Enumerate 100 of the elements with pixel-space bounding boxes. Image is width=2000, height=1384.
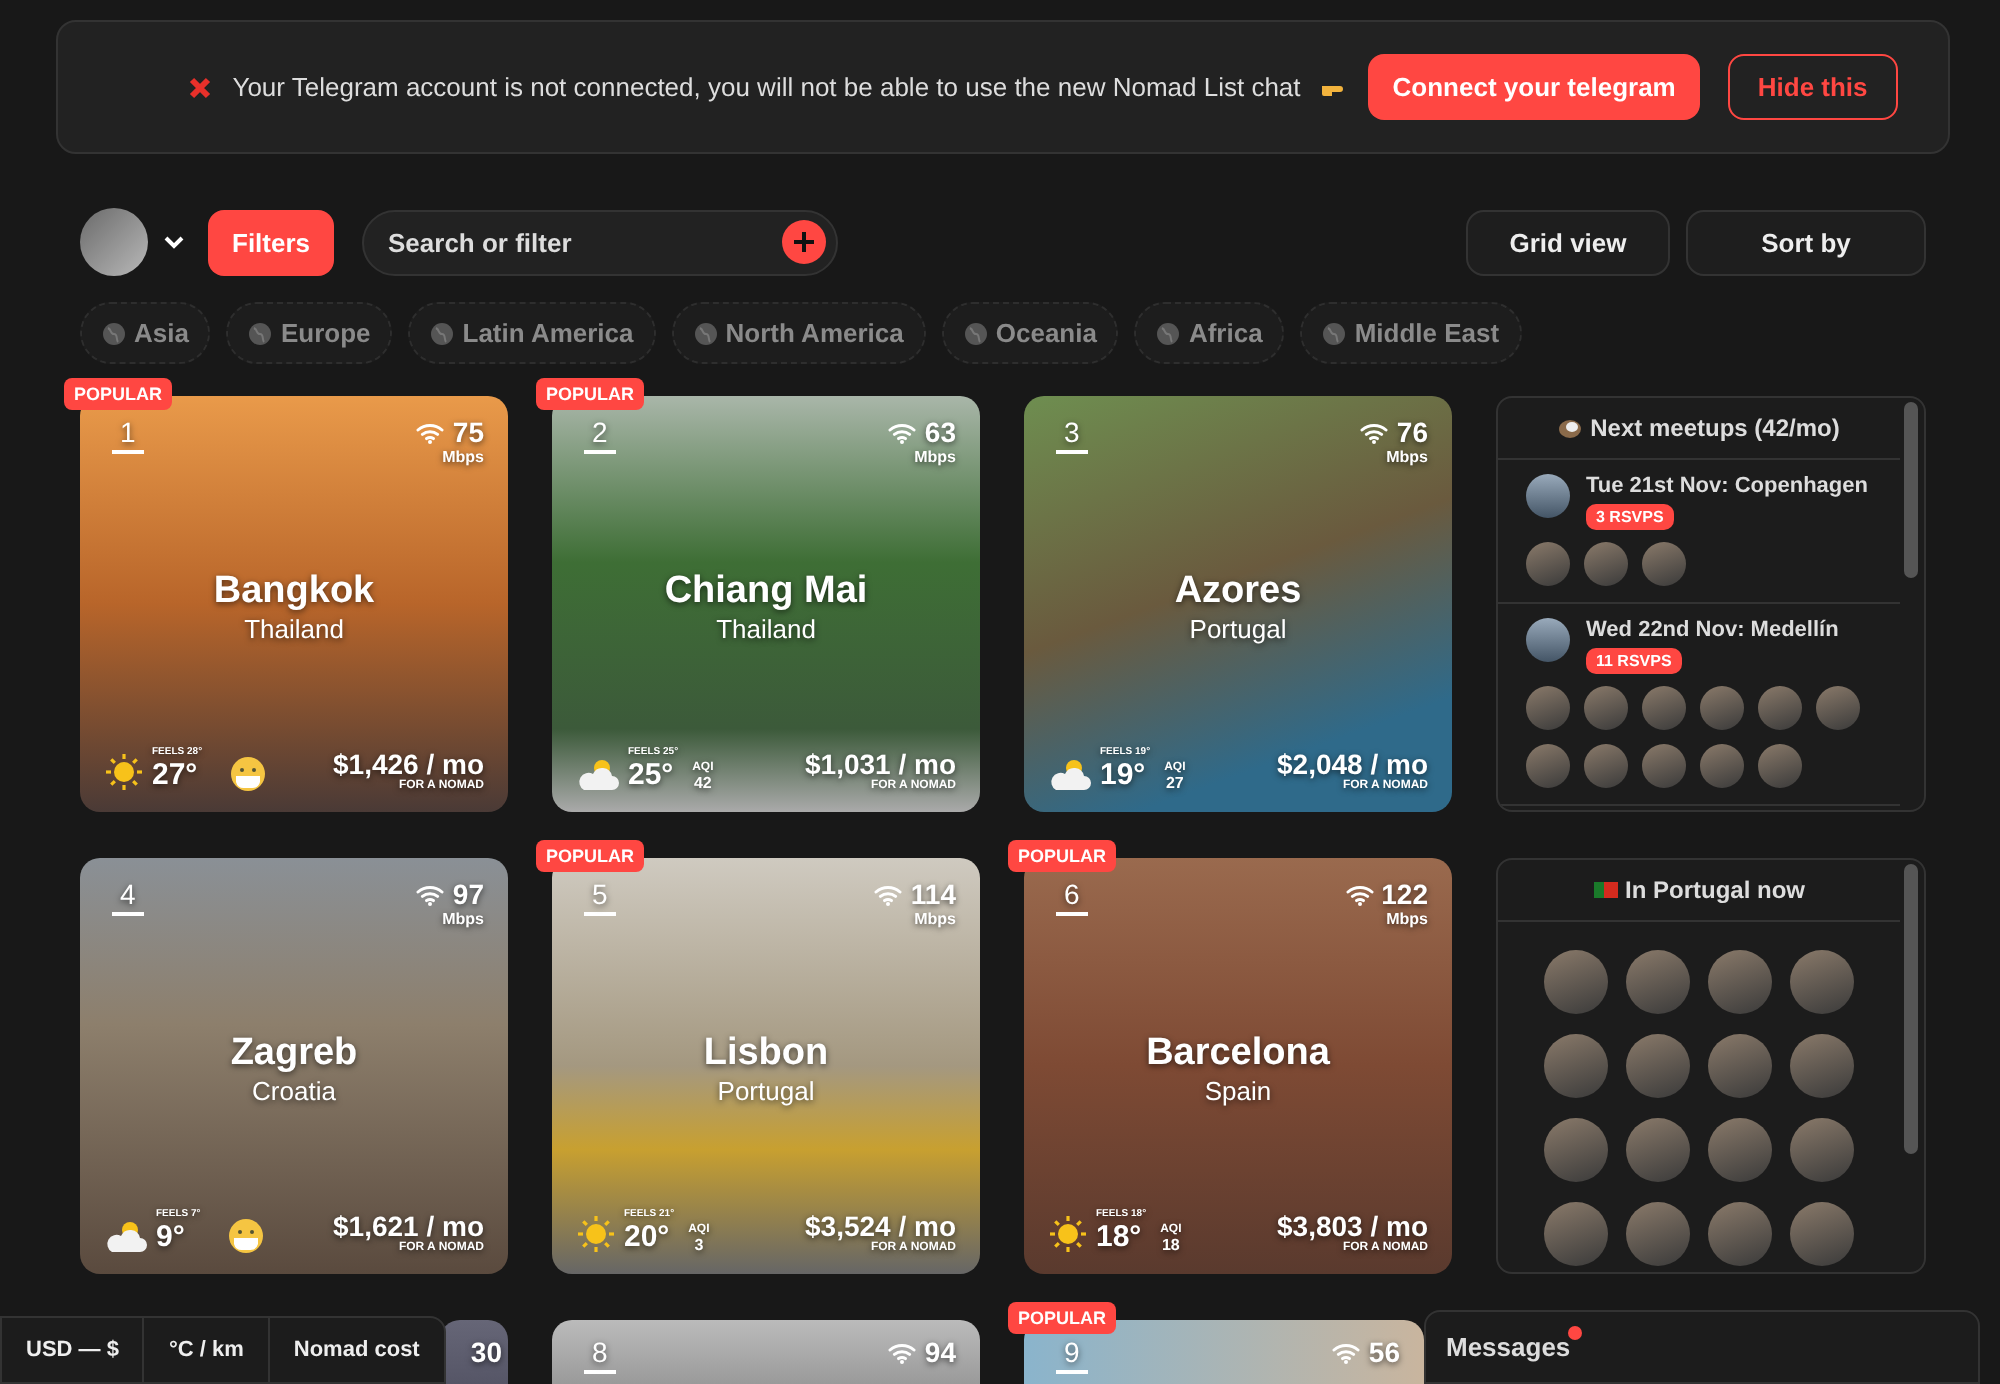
member-avatar[interactable] [1790,1202,1854,1266]
chevron-down-icon[interactable] [164,235,184,249]
region-chip[interactable]: Latin America [408,302,656,364]
internet-speed: 97 [452,878,484,910]
region-chip[interactable]: Oceania [941,302,1119,364]
internet-speed: 94 [924,1336,956,1368]
grid-view-button[interactable]: Grid view [1466,209,1670,275]
speed-unit: Mbps [914,448,956,466]
attendee-avatar[interactable] [1584,686,1628,730]
connect-telegram-button[interactable]: Connect your telegram [1368,54,1700,120]
monthly-cost: $2,048 / mo [1277,748,1428,780]
speed-unit: Mbps [1386,910,1428,928]
globe-icon [1156,321,1181,345]
attendee-avatar[interactable] [1584,744,1628,788]
monthly-cost: $3,524 / mo [805,1210,956,1242]
sort-by-button[interactable]: Sort by [1686,209,1926,275]
region-chip[interactable]: Europe [226,302,393,364]
panel-title: In Portugal now [1625,876,1805,904]
country-name: Thailand [244,613,344,643]
attendee-avatar[interactable] [1642,686,1686,730]
attendee-avatar[interactable] [1526,686,1570,730]
attendee-avatar[interactable] [1526,744,1570,788]
cloud-sun-icon [576,756,620,792]
rsvp-badge: 3 RSVPS [1586,504,1674,530]
attendee-avatar[interactable] [1700,686,1744,730]
member-avatar[interactable] [1544,950,1608,1014]
attendee-avatar[interactable] [1526,542,1570,586]
member-avatar[interactable] [1790,950,1854,1014]
member-avatar[interactable] [1708,1034,1772,1098]
region-chip[interactable]: North America [671,302,926,364]
member-avatar[interactable] [1626,1118,1690,1182]
globe-icon [430,321,455,345]
search-field[interactable]: Search or filter [362,209,839,275]
region-chip[interactable]: Asia [80,302,211,364]
wifi-icon [416,883,445,905]
member-avatar[interactable] [1708,1202,1772,1266]
attendee-avatar[interactable] [1758,686,1802,730]
country-name: Croatia [252,1075,336,1105]
member-avatar[interactable] [1790,1034,1854,1098]
city-name: Lisbon [703,1031,829,1075]
user-avatar[interactable] [80,208,148,276]
speed-unit: Mbps [1386,448,1428,466]
cross-icon [188,75,213,99]
monthly-cost: $3,803 / mo [1277,1210,1428,1242]
cost-mode-button[interactable]: Nomad cost [269,1318,444,1382]
region-chip[interactable]: Middle East [1300,302,1522,364]
cloud-sun-icon [104,1218,148,1254]
wifi-icon [1360,421,1389,443]
aqi-value: 18 [1161,1236,1180,1254]
internet-speed: 122 [1381,878,1428,910]
panel-title: Next meetups (42/mo) [1590,414,1840,442]
wifi-icon [1345,883,1374,905]
attendee-avatar[interactable] [1816,686,1860,730]
rank-number: 4 [112,878,144,916]
city-name: Bangkok [213,569,375,613]
speed-unit: Mbps [442,448,484,466]
wifi-icon [874,883,903,905]
attendee-avatar[interactable] [1584,542,1628,586]
scrollbar[interactable] [1904,402,1918,578]
member-avatar[interactable] [1626,1034,1690,1098]
banner-message: Your Telegram account is not connected, you will not be able to use the new Nomad List chat [232,72,1301,102]
internet-speed: 114 [910,878,956,910]
member-avatar[interactable] [1626,1202,1690,1266]
hide-banner-button[interactable]: Hide this [1727,54,1898,120]
member-avatar[interactable] [1626,950,1690,1014]
member-avatar[interactable] [1544,1202,1608,1266]
sun-icon [1048,1214,1088,1254]
monthly-cost: $1,621 / mo [333,1210,484,1242]
member-avatar[interactable] [1708,1118,1772,1182]
sun-icon [576,1214,616,1254]
popular-badge: POPULAR [536,378,645,410]
temperature: 19° [1100,758,1148,792]
meetup-item[interactable]: Tue 21st Nov: Copenhagen 3 RSVPS [1498,460,1900,604]
member-avatar[interactable] [1708,950,1772,1014]
city-card[interactable]: 30 [440,1320,508,1384]
meetup-title: Wed 22nd Nov: Medellín [1586,618,1839,642]
scrollbar[interactable] [1904,864,1918,1154]
city-name: Barcelona [1146,1031,1330,1075]
sun-icon [104,752,144,792]
member-avatar[interactable] [1544,1118,1608,1182]
region-chip[interactable]: Africa [1134,302,1285,364]
city-photo [1526,474,1570,518]
rank-number: 8 [584,1336,616,1374]
wifi-icon [416,421,445,443]
messages-panel[interactable]: Messages [1424,1310,1980,1384]
currency-button[interactable]: USD — $ [2,1318,145,1382]
popular-badge: POPULAR [1008,1302,1117,1334]
meetup-item[interactable]: Wed 22nd Nov: Medellín 11 RSVPS [1498,604,1900,806]
temperature: 18° [1096,1220,1144,1254]
country-name: Spain [1204,1075,1272,1105]
wifi-icon [888,421,917,443]
member-avatar[interactable] [1790,1118,1854,1182]
attendee-avatar[interactable] [1642,542,1686,586]
units-button[interactable]: °C / km [144,1318,270,1382]
filters-button[interactable]: Filters [208,209,335,275]
globe-icon [248,321,273,345]
attendee-avatar[interactable] [1642,744,1686,788]
attendee-avatar[interactable] [1758,744,1802,788]
attendee-avatar[interactable] [1700,744,1744,788]
member-avatar[interactable] [1544,1034,1608,1098]
